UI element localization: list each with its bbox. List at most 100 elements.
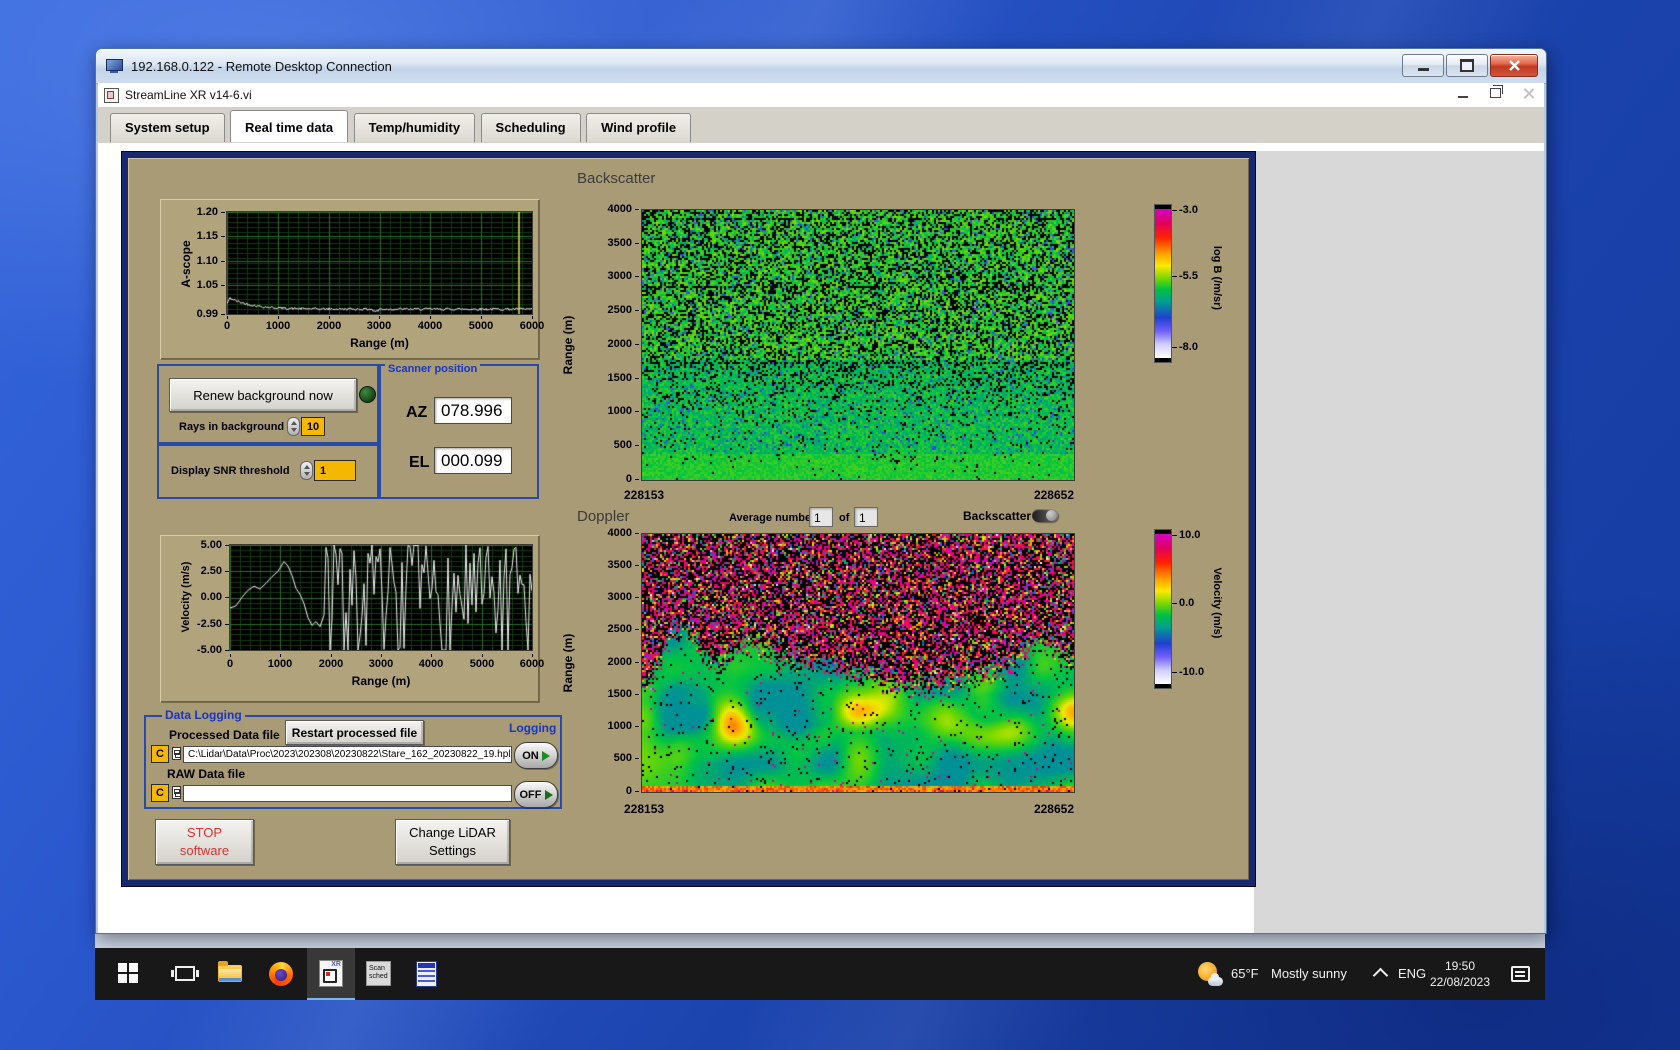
- minimize-icon: [1417, 67, 1429, 71]
- language-indicator[interactable]: ENG: [1398, 966, 1426, 981]
- doppler-title: Doppler: [577, 508, 630, 525]
- clock[interactable]: 19:50 22/08/2023: [1423, 958, 1497, 990]
- on-arrow-icon: [541, 750, 550, 761]
- velocity-xtick: 2000: [311, 654, 351, 670]
- tab-wind-profile[interactable]: Wind profile: [586, 113, 692, 142]
- notification-center-icon[interactable]: [1511, 966, 1530, 982]
- clock-date: 22/08/2023: [1429, 975, 1491, 989]
- processed-path-field[interactable]: C:\Lidar\Data\Proc\2023\202308\20230822\…: [183, 746, 512, 763]
- active-app-slot[interactable]: XR: [307, 948, 355, 1000]
- task-view-icon[interactable]: [171, 966, 199, 981]
- rdp-window: 192.168.0.122 - Remote Desktop Connectio…: [95, 48, 1547, 934]
- labview-vi-icon: [104, 87, 119, 103]
- velocity-xtick: 5000: [462, 654, 502, 670]
- rdp-close-button[interactable]: [1490, 54, 1538, 77]
- background-controls-box: Renew background now Rays in background …: [157, 364, 379, 444]
- average-number-field[interactable]: 1: [809, 507, 833, 527]
- firefox-icon[interactable]: [269, 962, 293, 986]
- rdp-titlebar[interactable]: 192.168.0.122 - Remote Desktop Connectio…: [96, 49, 1546, 84]
- change-lidar-settings-button[interactable]: Change LiDAR Settings: [395, 819, 510, 865]
- az-label: AZ: [406, 404, 428, 421]
- el-value-field[interactable]: 000.099: [434, 447, 512, 474]
- snr-threshold-box: Display SNR threshold 1: [157, 444, 379, 499]
- ascope-xtick: 6000: [512, 316, 552, 332]
- dp-ytick: 3500: [592, 559, 639, 571]
- rdp-window-title: 192.168.0.122 - Remote Desktop Connectio…: [131, 58, 392, 74]
- snr-value-field[interactable]: 1: [314, 460, 356, 481]
- rdp-icon: [106, 59, 123, 73]
- renew-background-button[interactable]: Renew background now: [169, 378, 357, 412]
- terminal-doc-icon[interactable]: [416, 961, 437, 987]
- ascope-xtick: 5000: [461, 316, 501, 332]
- tab-scheduling[interactable]: Scheduling: [480, 113, 581, 142]
- app-titlebar[interactable]: StreamLine XR v14-6.vi: [98, 83, 1544, 108]
- scan-scheduler-icon[interactable]: Scan sched: [366, 961, 391, 986]
- data-logging-title: Data Logging: [162, 708, 245, 722]
- bs-x-end: 228652: [1033, 488, 1074, 502]
- backscatter-toggle-label: Backscatter: [963, 509, 1032, 523]
- raw-data-file-label: RAW Data file: [167, 767, 246, 781]
- close-icon: [1508, 60, 1520, 71]
- xr-icon-label: XR: [331, 961, 341, 968]
- velocity-xtick: 6000: [512, 654, 552, 670]
- data-logging-box: Data Logging Processed Data file Restart…: [144, 708, 562, 809]
- cloud-icon: [1208, 973, 1223, 986]
- file-explorer-icon[interactable]: [218, 961, 242, 982]
- raw-logging-off-button[interactable]: OFF: [514, 781, 558, 808]
- stop-software-button[interactable]: STOP software: [155, 819, 254, 865]
- scan-icon-line2: sched: [369, 973, 388, 980]
- weather-description[interactable]: Mostly sunny: [1271, 966, 1347, 981]
- processed-data-file-label: Processed Data file: [169, 728, 280, 742]
- snr-threshold-label: Display SNR threshold: [171, 465, 290, 477]
- app-restore-icon[interactable]: [1490, 84, 1503, 98]
- change-line1: Change LiDAR: [409, 825, 496, 840]
- app-close-icon[interactable]: [1523, 87, 1534, 98]
- processed-logging-on-button[interactable]: ON: [514, 742, 558, 769]
- rdp-maximize-button[interactable]: [1446, 54, 1488, 77]
- ascope-xtick: 1000: [258, 316, 298, 332]
- scanner-position-box: Scanner position AZ 078.996 EL 000.099: [379, 363, 539, 499]
- rays-spinner[interactable]: [287, 417, 300, 436]
- velocity-xtick: 3000: [361, 654, 401, 670]
- bs-ytick: 2000: [592, 338, 639, 350]
- rays-value-field[interactable]: 10: [301, 417, 325, 436]
- raw-drive-selector[interactable]: C: [151, 784, 169, 802]
- dp-ytick: 4000: [592, 527, 639, 539]
- start-button[interactable]: [118, 963, 139, 984]
- dp-cb-tick: -10.0: [1171, 666, 1205, 678]
- off-arrow-icon: [544, 789, 553, 800]
- rdp-minimize-button[interactable]: [1402, 54, 1444, 77]
- path-type-icon[interactable]: [172, 747, 181, 760]
- lidar-panel: A-scope 1.20 1.15 1.10 1.05 0.99 0 1000 …: [121, 151, 1256, 887]
- average-of-field[interactable]: 1: [854, 507, 878, 527]
- path-type-icon[interactable]: [172, 786, 181, 799]
- restart-processed-file-button[interactable]: Restart processed file: [285, 720, 424, 745]
- tab-real-time-data[interactable]: Real time data: [230, 110, 349, 142]
- tab-system-setup[interactable]: System setup: [110, 113, 225, 142]
- backscatter-title: Backscatter: [577, 170, 656, 187]
- weather-icon[interactable]: [1198, 962, 1223, 986]
- tab-temp-humidity[interactable]: Temp/humidity: [353, 113, 476, 142]
- chevron-up-icon[interactable]: [1372, 967, 1389, 984]
- ascope-x-axis-label: Range (m): [350, 336, 409, 350]
- az-value-field[interactable]: 078.996: [434, 397, 512, 424]
- processed-drive-selector[interactable]: C: [151, 745, 169, 763]
- velocity-graph: Velocity (m/s) 5.00 2.50 0.00 -2.50 -5.0…: [160, 535, 544, 702]
- doppler-heatmap: [641, 533, 1075, 793]
- bs-ytick: 4000: [592, 203, 639, 215]
- velocity-ytick: 0.00: [182, 591, 229, 603]
- snr-spinner[interactable]: [300, 461, 313, 480]
- app-minimize-icon[interactable]: [1458, 95, 1468, 98]
- bs-ytick: 3500: [592, 237, 639, 249]
- logging-label: Logging: [506, 721, 560, 735]
- weather-temperature[interactable]: 65°F: [1231, 966, 1259, 981]
- scanner-position-title: Scanner position: [385, 363, 481, 375]
- taskbar: XR Scan sched 65°F Mostly sunny ENG 19:5…: [95, 948, 1545, 1000]
- backscatter-toggle-switch[interactable]: [1032, 509, 1058, 522]
- bs-cb-tick: -5.5: [1172, 270, 1198, 282]
- raw-path-field[interactable]: [183, 785, 512, 802]
- velocity-xtick: 1000: [260, 654, 300, 670]
- ascope-ytick: 1.20: [180, 206, 225, 218]
- dp-ytick: 1500: [592, 688, 639, 700]
- dp-ytick: 3000: [592, 591, 639, 603]
